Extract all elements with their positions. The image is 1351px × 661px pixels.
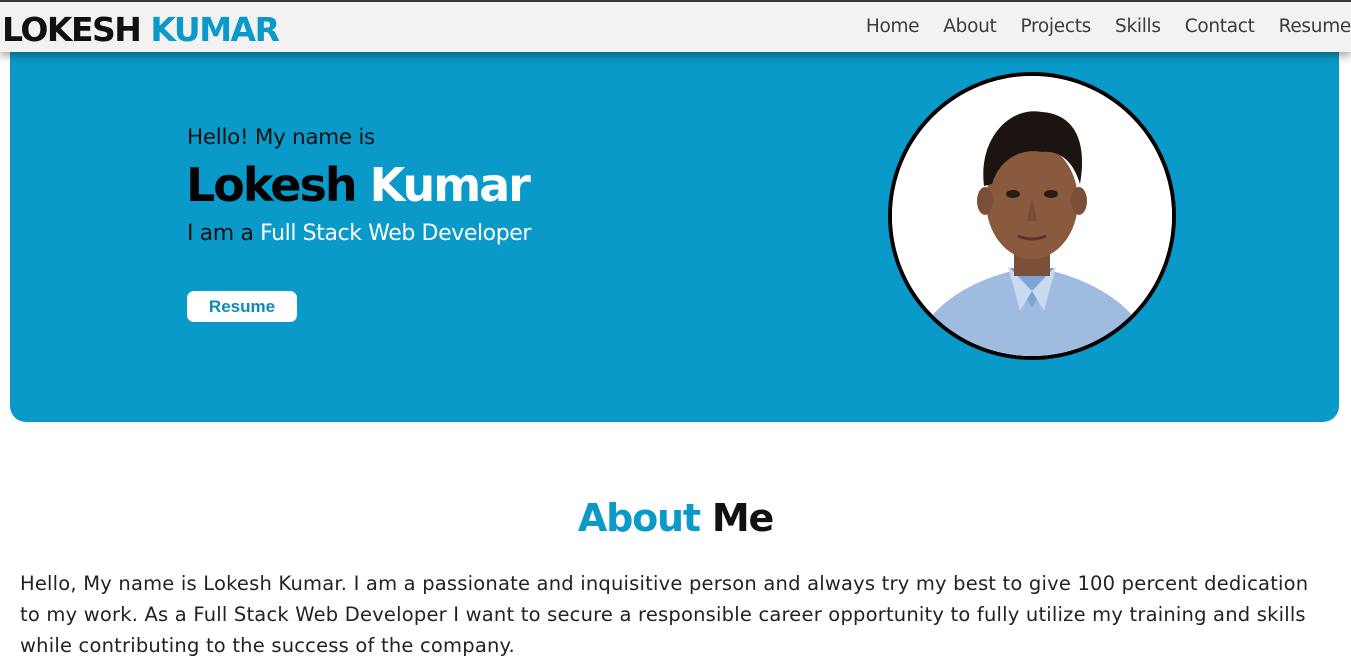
- hero-first-name: Lokesh: [186, 158, 358, 212]
- about-heading: About Me: [0, 496, 1351, 540]
- hero-role-title: Full Stack Web Developer: [260, 221, 532, 246]
- site-logo[interactable]: LOKESH KUMAR: [2, 10, 280, 49]
- about-heading-highlight: About: [577, 496, 701, 540]
- about-paragraph: Hello, My name is Lokesh Kumar. I am a p…: [20, 572, 1309, 657]
- logo-second-word: KUMAR: [150, 10, 280, 49]
- logo-first-word: LOKESH: [2, 10, 142, 49]
- hero-greeting: Hello! My name is: [187, 125, 375, 150]
- nav-link-contact[interactable]: Contact: [1185, 2, 1255, 52]
- hero-role-prefix: I am a: [187, 221, 254, 246]
- resume-button[interactable]: Resume: [187, 291, 297, 322]
- hero-last-name: Kumar: [369, 158, 531, 212]
- hero-section: Hello! My name is Lokesh Kumar I am a Fu…: [10, 40, 1339, 422]
- navbar: LOKESH KUMAR Home About Projects Skills …: [0, 2, 1351, 52]
- main-nav: Home About Projects Skills Contact Resum…: [842, 2, 1351, 52]
- nav-link-resume[interactable]: Resume: [1279, 2, 1351, 52]
- nav-link-home[interactable]: Home: [866, 2, 920, 52]
- about-heading-rest: Me: [711, 496, 774, 540]
- profile-portrait-image: [892, 76, 1172, 356]
- nav-link-skills[interactable]: Skills: [1115, 2, 1161, 52]
- hero-role: I am a Full Stack Web Developer: [187, 221, 531, 246]
- nav-link-about[interactable]: About: [943, 2, 997, 52]
- nav-link-projects[interactable]: Projects: [1020, 2, 1091, 52]
- hero-name: Lokesh Kumar: [186, 158, 531, 212]
- profile-photo: [888, 72, 1176, 360]
